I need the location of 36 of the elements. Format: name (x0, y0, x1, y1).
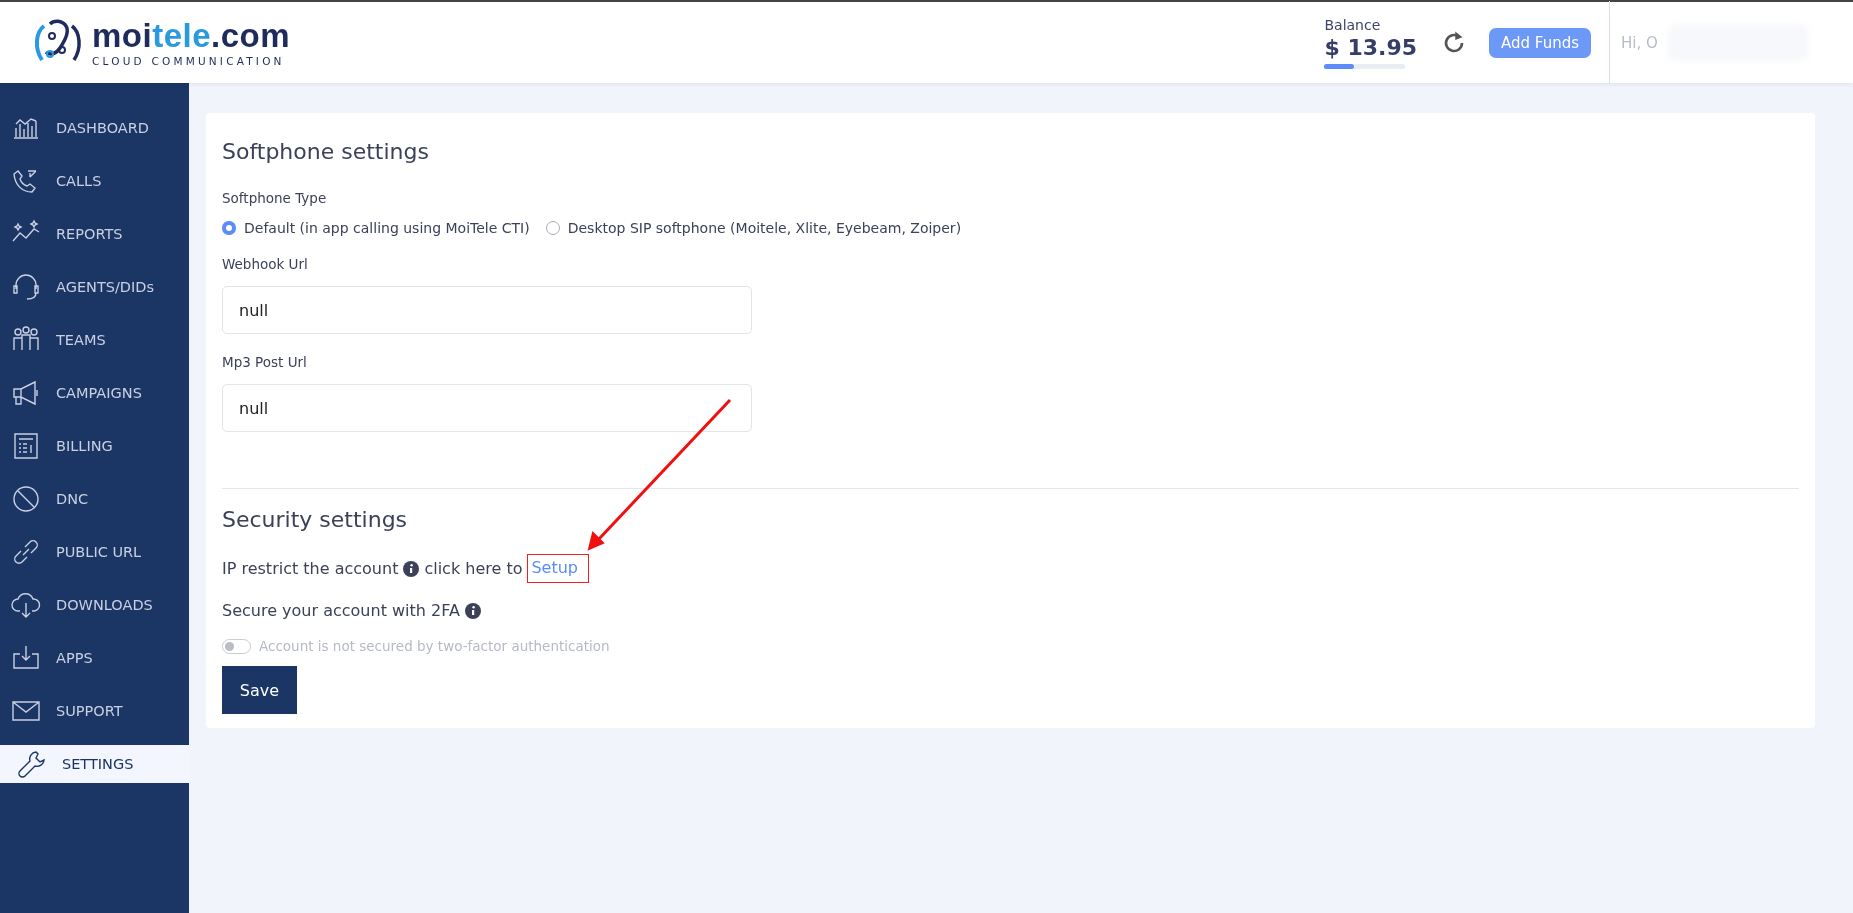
ip-restrict-text: IP restrict the account (222, 559, 399, 578)
sidebar-item[interactable]: APPS (0, 631, 189, 684)
radio-option[interactable]: Desktop SIP softphone (Moitele, Xlite, Eyebeam, Zoiper) (545, 220, 962, 236)
brand-tagline: CLOUD COMMUNICATION (92, 54, 286, 67)
click-here-text: click here to (424, 559, 523, 578)
sidebar-item[interactable]: BILLING (0, 419, 189, 472)
section-title: Softphone settings (222, 139, 430, 164)
twofa-text: Secure your account with 2FA (222, 601, 460, 620)
sidebar-item[interactable]: PUBLIC URL (0, 525, 189, 578)
sidebar-item[interactable]: REPORTS (0, 207, 189, 260)
field-label: Webhook Url (222, 256, 309, 272)
save-button[interactable]: Save (222, 666, 297, 714)
sidebar-item[interactable]: CAMPAIGNS (0, 366, 189, 419)
toggle-label: Account is not secured by two-factor authentication (259, 638, 610, 654)
sidebar-item[interactable]: TEAMS (0, 313, 189, 366)
sidebar-item[interactable]: AGENTS/DIDs (0, 260, 189, 313)
sidebar-item[interactable]: CALLS (0, 154, 189, 207)
radio-option[interactable]: Default (in app calling using MoiTele CTI) (222, 220, 530, 236)
sidebar-item[interactable]: DNC (0, 472, 189, 525)
sidebar-item[interactable]: SUPPORT (0, 684, 189, 737)
radio-circle[interactable] (222, 221, 236, 235)
brand-name: moitele.com (92, 18, 291, 52)
sidebar-item[interactable]: SETTINGS (0, 745, 189, 783)
field-label: Mp3 Post Url (222, 354, 308, 370)
twofa-toggle[interactable] (222, 638, 251, 654)
balance-label: Balance (1324, 16, 1382, 33)
info-icon[interactable] (403, 560, 420, 577)
balance-amount: $ 13.95 (1324, 34, 1418, 60)
sidebar-item[interactable]: DOWNLOADS (0, 578, 189, 631)
sidebar-item[interactable]: DASHBOARD (0, 101, 189, 154)
section-title: Security settings (222, 507, 409, 532)
wrench-icon (16, 748, 48, 780)
url-field[interactable]: null (222, 384, 752, 432)
url-field[interactable]: null (222, 286, 752, 334)
field-label: Softphone Type (222, 190, 328, 206)
info-icon[interactable] (464, 602, 481, 619)
